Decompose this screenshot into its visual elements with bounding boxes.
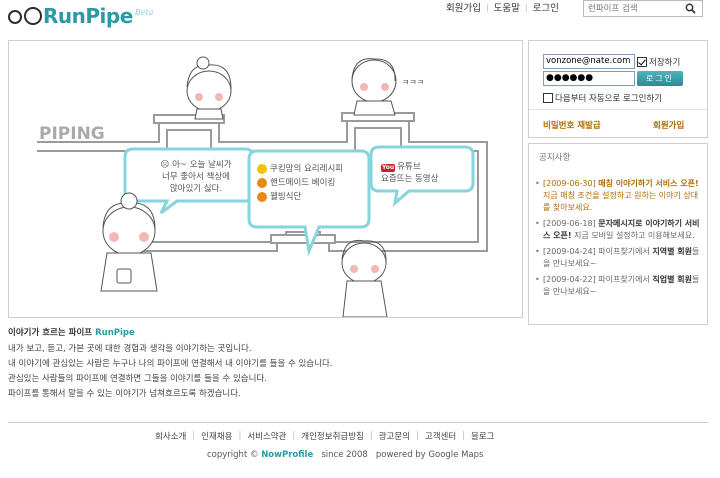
bee-icon <box>257 164 267 174</box>
divider: | <box>485 2 489 12</box>
signup-link[interactable]: 회원가입 <box>446 0 481 14</box>
intro-line: 관심있는 사람들의 파이프에 연결하면 그들을 이야기를 들을 수 있습니다. <box>8 374 267 384</box>
footer-link-support[interactable]: 고객센터 <box>425 430 456 442</box>
divider: | <box>416 431 419 441</box>
divider: | <box>524 2 528 12</box>
auto-login-label: 다음부터 자동으로 로그인하기 <box>555 94 663 104</box>
bubble-line: 너무 좋아서 책상에 <box>162 172 230 182</box>
checkbox-icon[interactable] <box>543 93 553 103</box>
divider <box>529 109 707 110</box>
divider: | <box>462 431 466 441</box>
footer-link-terms[interactable]: 서비스약관 <box>247 430 286 442</box>
baking-icon <box>257 178 267 188</box>
save-id-checkbox[interactable]: 저장하기 <box>637 56 680 68</box>
laugh-text: ㅋㅋㅋ <box>402 78 425 87</box>
divider: | <box>292 431 296 441</box>
divider: | <box>369 431 373 441</box>
top-nav: 회원가입 | 도움말 | 로그인 <box>446 0 559 15</box>
bubble-item[interactable]: 웰빙식단 <box>257 191 367 203</box>
bubble-line: 앉아있기 싫다. <box>169 184 223 194</box>
intro-line: 내 이야기에 관심있는 사람은 누구나 나의 파이프에 연결해서 내 이야기를 … <box>8 359 333 369</box>
find-password-link[interactable]: 비밀번호 재발급 <box>543 119 601 131</box>
intro-line: 파이프를 통해서 말을 수 있는 이야기가 넘쳐흐르도록 하겠습니다. <box>8 389 241 399</box>
bubble-cooking: 쿠킹맘의 요리레시피 핸드메이드 베이킹 웰빙식단 <box>257 163 367 205</box>
bubble-line: 요즘뜨는 동영상 <box>381 174 439 184</box>
notice-title: 공지사항 <box>539 153 571 163</box>
bubble-youtube[interactable]: You 유튜브 요즘뜨는 동영상 <box>381 161 471 185</box>
help-link[interactable]: 도움말 <box>494 0 520 14</box>
logo-ring-icon <box>24 7 42 25</box>
email-field[interactable]: vonzone@nate.com <box>543 54 635 69</box>
bubble-line: You 유튜브 <box>381 162 421 172</box>
wellbeing-icon <box>257 192 267 202</box>
auto-login-checkbox[interactable]: 다음부터 자동으로 로그인하기 <box>543 92 662 104</box>
password-field[interactable]: ●●●●●● <box>543 71 635 86</box>
logo-text: RunPipe <box>43 4 133 28</box>
logo-small-ring-icon <box>8 10 22 24</box>
runpipe-logo[interactable]: RunPipe Beta <box>8 2 153 30</box>
divider: | <box>238 431 242 441</box>
logo-beta: Beta <box>134 8 154 17</box>
login-link[interactable]: 로그인 <box>533 0 559 14</box>
footer-link-recruit[interactable]: 인재채용 <box>201 430 232 442</box>
bubble-item[interactable]: 쿠킹맘의 요리레시피 <box>257 163 367 175</box>
hero-illustration: PIPING ㅋㅋㅋ ☹ 아~ 오늘 날씨가 너무 좋아서 책상에 앉아있기 싫… <box>8 40 523 318</box>
intro-section: 이야기가 흐르는 파이프 RunPipe 내가 보고, 듣고, 가본 곳에 대한… <box>8 326 508 402</box>
notice-item[interactable]: [2009-06-18] 문자메시지로 이야기하기 서비스 오픈! 지금 모바일… <box>535 218 703 242</box>
footer-nav: 회사소개 | 인재채용 | 서비스약관 | 개인정보취급방침 | 광고문의 | 고객센터 |… <box>155 430 495 442</box>
search-icon[interactable] <box>682 1 698 16</box>
notice-panel: 공지사항 [2009-06-30] 매칭 이야기하기 서비스 오픈! 지금 매칭… <box>528 143 708 325</box>
search-input[interactable] <box>584 1 682 16</box>
bubble-item[interactable]: 핸드메이드 베이킹 <box>257 177 367 189</box>
footer-link-about[interactable]: 회사소개 <box>155 430 186 442</box>
notice-item[interactable]: [2009-06-30] 매칭 이야기하기 서비스 오픈! 지금 매칭 조건을 … <box>535 178 703 214</box>
notice-list: [2009-06-30] 매칭 이야기하기 서비스 오픈! 지금 매칭 조건을 … <box>535 178 703 302</box>
checkbox-icon[interactable] <box>637 57 647 67</box>
notice-item[interactable]: [2009-04-24] 파이프찾기에서 지역별 회원들을 만나보세요~ <box>535 246 703 270</box>
bubble-weather: ☹ 아~ 오늘 날씨가 너무 좋아서 책상에 앉아있기 싫다. <box>137 159 255 195</box>
sad-face-icon: ☹ <box>160 160 173 170</box>
youtube-icon: You <box>381 164 396 172</box>
copyright-brand[interactable]: NowProfile <box>261 450 313 460</box>
notice-item[interactable]: [2009-04-22] 파이프찾기에서 직업별 회원들을 만나보세요~ <box>535 274 703 298</box>
copyright: copyright © NowProfile since 2008 powere… <box>207 450 484 460</box>
footer-link-privacy[interactable]: 개인정보취급방침 <box>301 430 364 442</box>
login-button[interactable]: 로그인 <box>637 71 683 86</box>
footer-link-ads[interactable]: 광고문의 <box>379 430 410 442</box>
intro-brand: RunPipe <box>95 328 135 338</box>
save-id-label: 저장하기 <box>649 58 681 68</box>
bubble-line: ☹ 아~ 오늘 날씨가 <box>160 160 232 170</box>
intro-line: 내가 보고, 듣고, 가본 곳에 대한 경험과 생각을 이야기하는 곳입니다. <box>8 344 252 354</box>
login-box: vonzone@nate.com 저장하기 ●●●●●● 로그인 다음부터 자동… <box>528 40 708 138</box>
search-box <box>583 0 703 17</box>
piping-label: PIPING <box>39 124 105 144</box>
join-link[interactable]: 회원가입 <box>653 119 684 131</box>
footer-divider <box>8 422 708 423</box>
intro-title: 이야기가 흐르는 파이프 RunPipe <box>8 328 135 338</box>
footer-link-blog[interactable]: 블로그 <box>471 430 494 442</box>
divider: | <box>192 431 196 441</box>
